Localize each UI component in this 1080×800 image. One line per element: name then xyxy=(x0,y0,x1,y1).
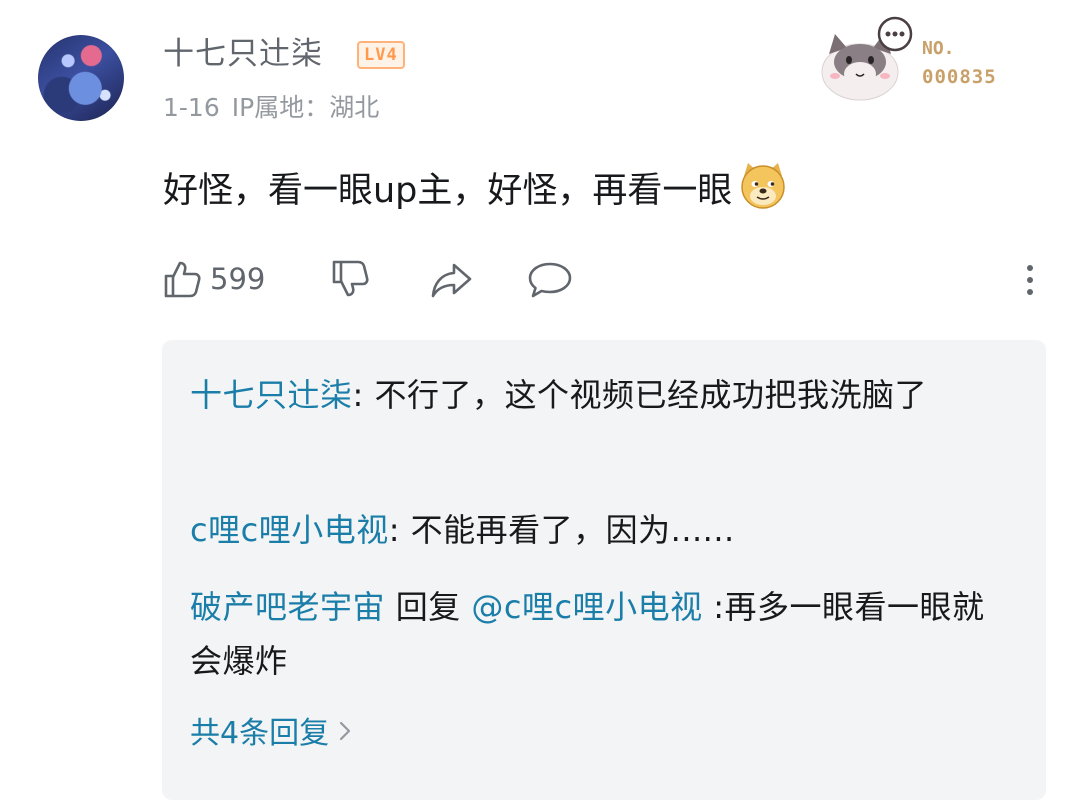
comment-text: 好怪，看一眼up主，好怪，再看一眼 xyxy=(163,160,788,225)
reply-text: 不行了，这个视频已经成功把我洗脑了 xyxy=(363,376,927,414)
chevron-right-icon xyxy=(339,710,351,754)
fan-badge-number: 000835 xyxy=(922,66,997,88)
reply-word: 回复 xyxy=(385,588,472,626)
reply-item[interactable]: 破产吧老宇宙 回复 @c哩c哩小电视 :再多一眼看一眼就会爆炸 xyxy=(190,580,1010,688)
share-icon xyxy=(431,263,472,298)
thumbs-down-icon xyxy=(332,260,369,297)
fan-badge-no-label: NO. xyxy=(922,38,955,59)
comment-actions: 599 xyxy=(160,255,1060,305)
ip-location: IP属地：湖北 xyxy=(231,93,380,122)
reply-item[interactable]: 十七只辻柒: 不行了，这个视频已经成功把我洗脑了 xyxy=(190,368,1010,422)
comment-text-content: 好怪，看一眼up主，好怪，再看一眼 xyxy=(163,171,733,211)
reply-author[interactable]: 破产吧老宇宙 xyxy=(190,588,385,626)
reply-text: 不能再看了，因为...... xyxy=(399,511,735,549)
more-options-button[interactable] xyxy=(1018,255,1042,303)
reply-button[interactable] xyxy=(526,255,574,303)
comment-username[interactable]: 十七只辻柒 xyxy=(163,32,323,76)
like-button[interactable]: 599 xyxy=(160,255,265,303)
reply-author[interactable]: c哩c哩小电视 xyxy=(190,511,389,549)
dislike-button[interactable] xyxy=(328,255,372,303)
cat-mascot-icon xyxy=(821,16,913,101)
doge-emoji-icon xyxy=(738,160,788,225)
like-count: 599 xyxy=(210,262,266,296)
level-badge: LV4 xyxy=(357,41,405,69)
comment-date: 1-16 xyxy=(163,93,220,122)
comment-meta: 1-16 IP属地：湖北 xyxy=(163,90,391,126)
view-all-replies-link[interactable]: 共4条回复 xyxy=(190,710,351,756)
user-avatar[interactable] xyxy=(38,35,124,121)
fan-badge: NO. 000835 xyxy=(815,14,1020,104)
share-button[interactable] xyxy=(428,255,476,303)
reply-separator: : xyxy=(352,376,364,414)
reply-mention[interactable]: @c哩c哩小电视 xyxy=(471,588,702,626)
reply-item[interactable]: c哩c哩小电视: 不能再看了，因为...... xyxy=(190,503,1010,557)
more-vertical-icon xyxy=(1027,265,1033,295)
thumbs-up-icon xyxy=(164,261,201,298)
reply-separator: : xyxy=(388,511,400,549)
reply-author[interactable]: 十七只辻柒 xyxy=(190,376,353,414)
comment-bubble-icon xyxy=(528,262,572,298)
view-all-replies-label: 共4条回复 xyxy=(190,716,330,751)
replies-box: 十七只辻柒: 不行了，这个视频已经成功把我洗脑了 c哩c哩小电视: 不能再看了，… xyxy=(162,340,1046,800)
